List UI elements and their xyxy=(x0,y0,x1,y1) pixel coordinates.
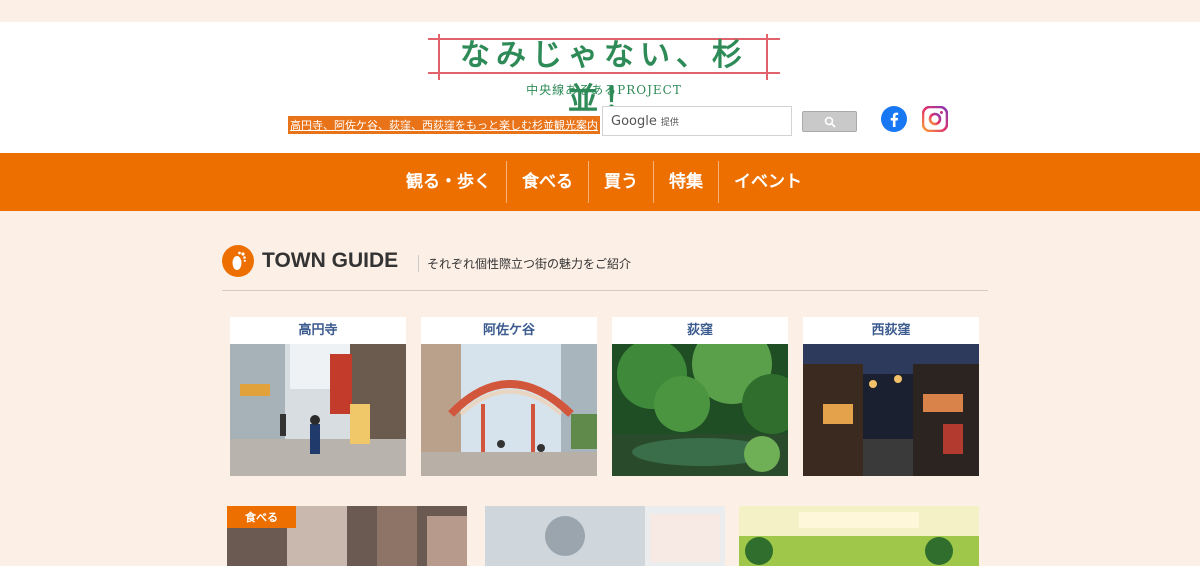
search-icon xyxy=(824,116,836,128)
town-photo-nishiogikubo xyxy=(803,344,979,476)
logo-title: なみじゃない、杉並！ xyxy=(460,38,748,117)
town-photo-koenji xyxy=(230,344,406,476)
nav-item-eat[interactable]: 食べる xyxy=(506,161,588,203)
section-subtitle: それぞれ個性際立つ街の魅力をご紹介 xyxy=(418,255,631,272)
town-name: 荻窪 xyxy=(686,323,713,338)
town-guide-heading: TOWN GUIDE それぞれ個性際立つ街の魅力をご紹介 xyxy=(222,245,988,291)
town-photo-asagaya xyxy=(421,344,597,476)
section-title: TOWN GUIDE xyxy=(262,249,399,272)
main-nav: 観る・歩く 食べる 買う 特集 イベント xyxy=(0,153,1200,211)
feature-tag: 食べる xyxy=(227,506,296,528)
feature-photo xyxy=(739,506,979,566)
top-strip xyxy=(0,0,1200,22)
town-card-nishiogikubo[interactable]: 西荻窪 xyxy=(803,317,979,476)
site-header: なみじゃない、杉並！ 中央線あるあるPROJECT 高円寺、阿佐ケ谷、荻窪、西荻… xyxy=(0,22,1200,153)
footprint-icon xyxy=(222,245,254,277)
nav-item-events[interactable]: イベント xyxy=(718,161,817,203)
town-card-asagaya[interactable]: 阿佐ケ谷 xyxy=(421,317,597,476)
town-name: 阿佐ケ谷 xyxy=(482,323,535,338)
facebook-icon[interactable] xyxy=(881,106,907,132)
nav-item-buy[interactable]: 買う xyxy=(588,161,653,203)
instagram-icon[interactable] xyxy=(921,105,949,133)
nav-item-special[interactable]: 特集 xyxy=(653,161,718,203)
feature-card-special[interactable] xyxy=(739,506,979,566)
google-label: Google 提供 xyxy=(611,114,679,129)
town-card-ogikubo[interactable]: 荻窪 xyxy=(612,317,788,476)
tagline-link[interactable]: 高円寺、阿佐ケ谷、荻窪、西荻窪をもっと楽しむ杉並観光案内 xyxy=(288,116,600,134)
feature-card-eat[interactable]: 食べる xyxy=(227,506,467,566)
feature-photo xyxy=(485,506,725,566)
nav-item-see-walk[interactable]: 観る・歩く xyxy=(391,161,506,203)
town-name: 高円寺 xyxy=(298,323,338,338)
feature-card-event[interactable] xyxy=(485,506,725,566)
town-card-koenji[interactable]: 高円寺 xyxy=(230,317,406,476)
site-logo[interactable]: なみじゃない、杉並！ 中央線あるあるPROJECT xyxy=(428,34,780,117)
search-button[interactable] xyxy=(802,111,857,132)
town-name: 西荻窪 xyxy=(871,323,911,338)
logo-subtitle: 中央線あるあるPROJECT xyxy=(526,83,682,97)
town-photo-ogikubo xyxy=(612,344,788,476)
search-input[interactable]: Google 提供 xyxy=(602,106,792,136)
